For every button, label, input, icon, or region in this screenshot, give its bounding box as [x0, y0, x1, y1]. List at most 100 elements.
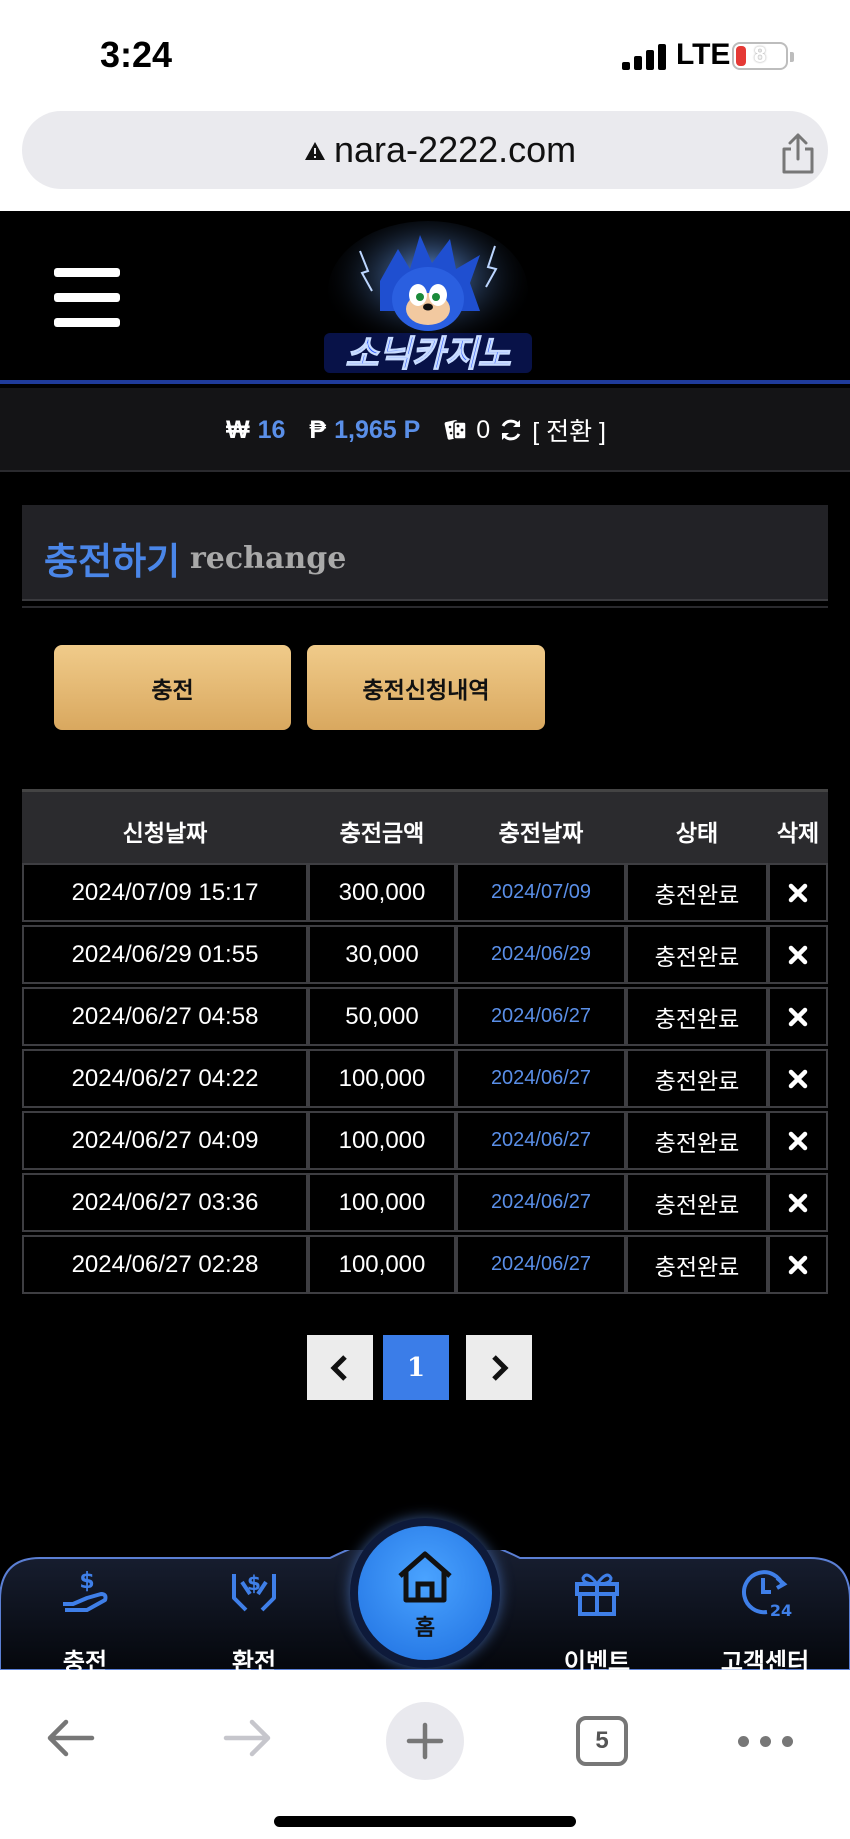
- signal-icon: [622, 44, 666, 70]
- next-page-button[interactable]: [466, 1335, 532, 1400]
- nav-charge[interactable]: $ 충전: [10, 1560, 160, 1676]
- cell-request-date: 2024/06/29 01:55: [22, 925, 308, 984]
- table-row: 2024/06/27 03:36 100,000 2024/06/27 충전완료: [22, 1173, 828, 1235]
- won-balance: 16: [257, 415, 286, 444]
- nav-home-label: 홈: [414, 1616, 436, 1641]
- cell-amount: 30,000: [308, 925, 456, 984]
- switch-button[interactable]: [ 전환 ]: [532, 412, 606, 448]
- delete-button[interactable]: [768, 987, 828, 1046]
- table-row: 2024/06/27 04:58 50,000 2024/06/27 충전완료: [22, 987, 828, 1049]
- nav-exchange[interactable]: $ 환전: [179, 1560, 329, 1676]
- header-status: 상태: [675, 821, 719, 847]
- cell-request-date: 2024/06/27 04:22: [22, 1049, 308, 1108]
- page-title: 충전하기: [44, 540, 181, 583]
- prev-page-button[interactable]: [307, 1335, 373, 1400]
- svg-text:$: $: [247, 1571, 261, 1595]
- won-symbol: ₩: [226, 415, 250, 444]
- cell-request-date: 2024/06/27 03:36: [22, 1173, 308, 1232]
- hamburger-icon[interactable]: [54, 268, 120, 328]
- nav-event[interactable]: 이벤트: [522, 1560, 672, 1676]
- delete-button[interactable]: [768, 925, 828, 984]
- cell-request-date: 2024/06/27 02:28: [22, 1235, 308, 1294]
- cell-amount: 50,000: [308, 987, 456, 1046]
- cell-charge-date: 2024/06/27: [456, 1049, 626, 1108]
- nav-home-button[interactable]: 홈: [358, 1526, 492, 1660]
- svg-text:24: 24: [770, 1601, 792, 1620]
- svg-text:$: $: [79, 1569, 94, 1594]
- cell-status: 충전완료: [626, 1049, 768, 1108]
- network-label: LTE: [676, 38, 731, 71]
- chip-balance: 0: [476, 415, 491, 444]
- new-tab-button[interactable]: [386, 1702, 464, 1780]
- delete-button[interactable]: [768, 1235, 828, 1294]
- browser-toolbar: 5: [0, 1670, 850, 1839]
- header-delete: 삭제: [776, 821, 820, 847]
- delete-button[interactable]: [768, 1049, 828, 1108]
- address-bar[interactable]: nara-2222.com: [22, 111, 828, 189]
- delete-x-icon: [788, 1255, 808, 1274]
- cell-charge-date: 2024/06/27: [456, 1111, 626, 1170]
- delete-x-icon: [788, 1131, 808, 1150]
- table-row: 2024/06/29 01:55 30,000 2024/06/29 충전완료: [22, 925, 828, 987]
- delete-button[interactable]: [768, 863, 828, 922]
- cell-status: 충전완료: [626, 1111, 768, 1170]
- cell-status: 충전완료: [626, 925, 768, 984]
- delete-x-icon: [788, 1007, 808, 1026]
- cell-request-date: 2024/07/09 15:17: [22, 863, 308, 922]
- refresh-icon[interactable]: [498, 417, 524, 443]
- site-header: 소닉카지노: [0, 211, 850, 384]
- back-arrow-icon[interactable]: [44, 1716, 96, 1760]
- status-bar: 3:24 LTE 8: [0, 0, 850, 105]
- cell-request-date: 2024/06/27 04:09: [22, 1111, 308, 1170]
- chevron-left-icon: [330, 1354, 347, 1381]
- point-symbol: ₱: [309, 415, 327, 444]
- table-row: 2024/07/09 15:17 300,000 2024/07/09 충전완료: [22, 863, 828, 925]
- delete-button[interactable]: [768, 1111, 828, 1170]
- more-icon[interactable]: [738, 1736, 794, 1748]
- table-row: 2024/06/27 04:09 100,000 2024/06/27 충전완료: [22, 1111, 828, 1173]
- header-request-date: 신청날짜: [122, 821, 208, 847]
- cell-status: 충전완료: [626, 1235, 768, 1294]
- url-text: nara-2222.com: [334, 129, 577, 170]
- cell-request-date: 2024/06/27 04:58: [22, 987, 308, 1046]
- table-row: 2024/06/27 02:28 100,000 2024/06/27 충전완료: [22, 1235, 828, 1297]
- home-icon: [398, 1551, 452, 1603]
- share-icon[interactable]: [778, 131, 818, 175]
- cell-charge-date: 2024/06/29: [456, 925, 626, 984]
- cell-status: 충전완료: [626, 987, 768, 1046]
- delete-button[interactable]: [768, 1173, 828, 1232]
- delete-x-icon: [788, 883, 808, 902]
- cell-charge-date: 2024/06/27: [456, 1235, 626, 1294]
- balance-bar: ₩ 16 ₱ 1,965 P 0 [ 전환 ]: [0, 388, 850, 472]
- delete-x-icon: [788, 1069, 808, 1088]
- nav-support[interactable]: 24 고객센터: [690, 1560, 840, 1676]
- chevron-right-icon: [492, 1354, 509, 1381]
- site-logo[interactable]: 소닉카지노: [320, 221, 535, 381]
- table-header: 신청날짜 충전금액 충전날짜 상태 삭제: [22, 789, 828, 863]
- warning-icon: [305, 142, 325, 160]
- battery-level: 8: [753, 42, 767, 67]
- page-number-current[interactable]: 1: [383, 1335, 449, 1400]
- dice-icon: [444, 420, 468, 440]
- browser-address-area: nara-2222.com: [0, 105, 850, 211]
- cell-charge-date: 2024/06/27: [456, 987, 626, 1046]
- page-title-box: 충전하기 rechange: [22, 505, 828, 601]
- cell-status: 충전완료: [626, 1173, 768, 1232]
- divider: [22, 606, 828, 608]
- delete-x-icon: [788, 1193, 808, 1212]
- cell-amount: 100,000: [308, 1049, 456, 1108]
- forward-arrow-icon[interactable]: [222, 1716, 274, 1760]
- charge-button[interactable]: 충전: [54, 645, 291, 730]
- header-amount: 충전금액: [339, 821, 425, 847]
- cell-charge-date: 2024/06/27: [456, 1173, 626, 1232]
- cell-amount: 100,000: [308, 1111, 456, 1170]
- cell-amount: 300,000: [308, 863, 456, 922]
- table-body: 2024/07/09 15:17 300,000 2024/07/09 충전완료 202…: [22, 863, 828, 1297]
- support-24-icon: 24: [742, 1570, 792, 1620]
- cell-amount: 100,000: [308, 1173, 456, 1232]
- home-indicator: [274, 1816, 576, 1827]
- cell-amount: 100,000: [308, 1235, 456, 1294]
- charge-history-button[interactable]: 충전신청내역: [307, 645, 545, 730]
- page-subtitle: rechange: [190, 541, 347, 576]
- tabs-button[interactable]: 5: [576, 1716, 628, 1766]
